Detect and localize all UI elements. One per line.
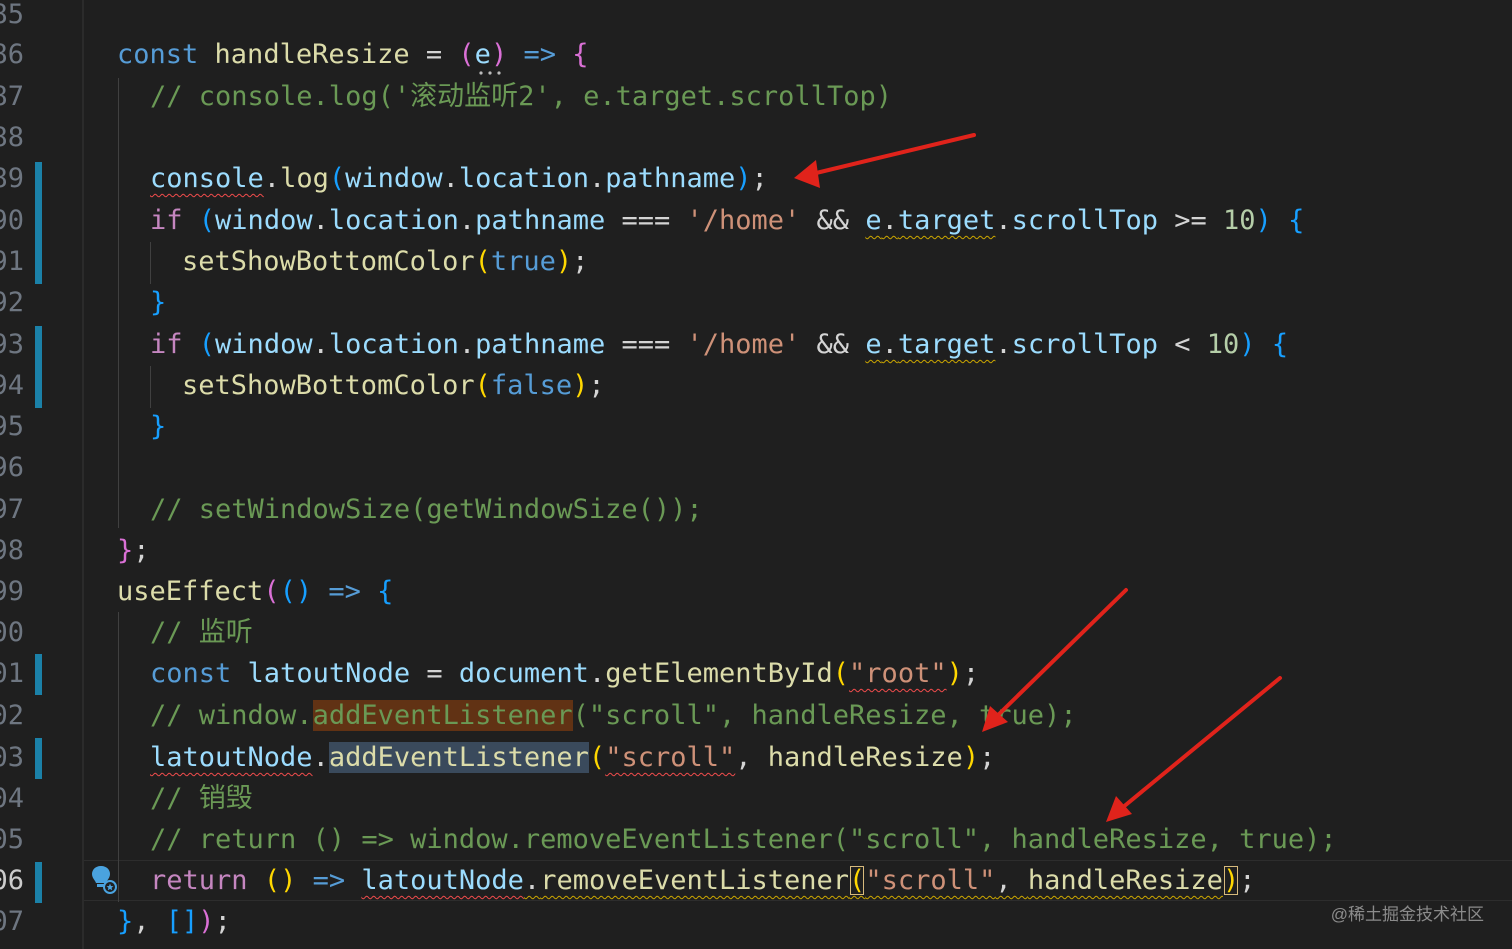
code-line-99[interactable]: useEffect(() => {: [117, 571, 393, 612]
annotation-arrow: [810, 133, 976, 176]
line-number[interactable]: 91: [0, 241, 40, 282]
git-modified-marker[interactable]: [35, 326, 42, 408]
line-number[interactable]: 96: [0, 447, 40, 488]
code-line-86[interactable]: const handleResize = (e) => {: [117, 34, 589, 75]
code-line-93[interactable]: if (window.location.pathname === '/home'…: [150, 324, 1288, 365]
annotation-arrow: [1120, 676, 1282, 810]
code-line-104[interactable]: // 销毁: [150, 778, 253, 819]
line-number[interactable]: 04: [0, 778, 40, 819]
line-number[interactable]: 88: [0, 117, 40, 158]
bracket-match: ): [1222, 865, 1240, 896]
git-modified-marker[interactable]: [35, 162, 42, 284]
line-number[interactable]: 97: [0, 489, 40, 530]
gutter-divider: [82, 0, 84, 949]
line-number[interactable]: 95: [0, 406, 40, 447]
indent-guide: [150, 366, 151, 408]
code-line-102[interactable]: // window.addEventListener("scroll", han…: [150, 695, 1077, 736]
git-modified-marker[interactable]: [35, 862, 42, 903]
line-number[interactable]: 85: [0, 0, 40, 35]
code-line-91[interactable]: setShowBottomColor(true);: [182, 241, 588, 282]
git-modified-marker[interactable]: [35, 738, 42, 779]
code-line-92[interactable]: }: [150, 282, 166, 323]
line-number[interactable]: 99: [0, 571, 40, 612]
code-line-87[interactable]: // console.log('滚动监听2', e.target.scrollT…: [150, 76, 892, 117]
find-match-highlight: addEventListener: [312, 700, 573, 731]
line-number[interactable]: 90: [0, 200, 40, 241]
indent-guide: [118, 612, 119, 902]
code-line-105[interactable]: // return () => window.removeEventListen…: [150, 819, 1337, 860]
line-number[interactable]: 98: [0, 530, 40, 571]
code-line-100[interactable]: // 监听: [150, 612, 253, 653]
code-line-97[interactable]: // setWindowSize(getWindowSize());: [150, 489, 703, 530]
line-number[interactable]: 07: [0, 901, 40, 942]
git-modified-marker[interactable]: [35, 654, 42, 695]
indent-guide: [150, 242, 151, 284]
line-number[interactable]: 87: [0, 76, 40, 117]
line-number[interactable]: 06: [0, 860, 40, 901]
line-number[interactable]: 93: [0, 324, 40, 365]
hint-dots: [479, 71, 501, 75]
line-number[interactable]: 92: [0, 282, 40, 323]
code-line-89[interactable]: console.log(window.location.pathname);: [150, 158, 768, 199]
line-number[interactable]: 86: [0, 34, 40, 75]
line-number[interactable]: 00: [0, 612, 40, 653]
code-line-106[interactable]: return () => latoutNode.removeEventListe…: [150, 860, 1255, 901]
line-number[interactable]: 05: [0, 819, 40, 860]
line-number[interactable]: 01: [0, 653, 40, 694]
watermark: @稀土掘金技术社区: [1330, 905, 1484, 924]
selection-highlight: addEventListener: [328, 742, 589, 773]
code-line-98[interactable]: };: [117, 530, 150, 571]
line-number[interactable]: 89: [0, 158, 40, 199]
bracket-match: (: [849, 865, 866, 896]
annotation-arrow-head: [794, 160, 820, 188]
code-line-94[interactable]: setShowBottomColor(false);: [182, 365, 605, 406]
code-line-90[interactable]: if (window.location.pathname === '/home'…: [150, 200, 1304, 241]
line-number[interactable]: 02: [0, 695, 40, 736]
code-line-103[interactable]: latoutNode.addEventListener("scroll", ha…: [150, 737, 995, 778]
code-line-95[interactable]: }: [150, 406, 166, 447]
lightbulb-autofix-icon[interactable]: [90, 864, 118, 894]
code-line-101[interactable]: const latoutNode = document.getElementBy…: [150, 653, 979, 694]
line-number[interactable]: 94: [0, 365, 40, 406]
code-line-107[interactable]: }, []);: [117, 901, 231, 942]
indent-guide: [118, 78, 119, 528]
line-number[interactable]: 03: [0, 737, 40, 778]
